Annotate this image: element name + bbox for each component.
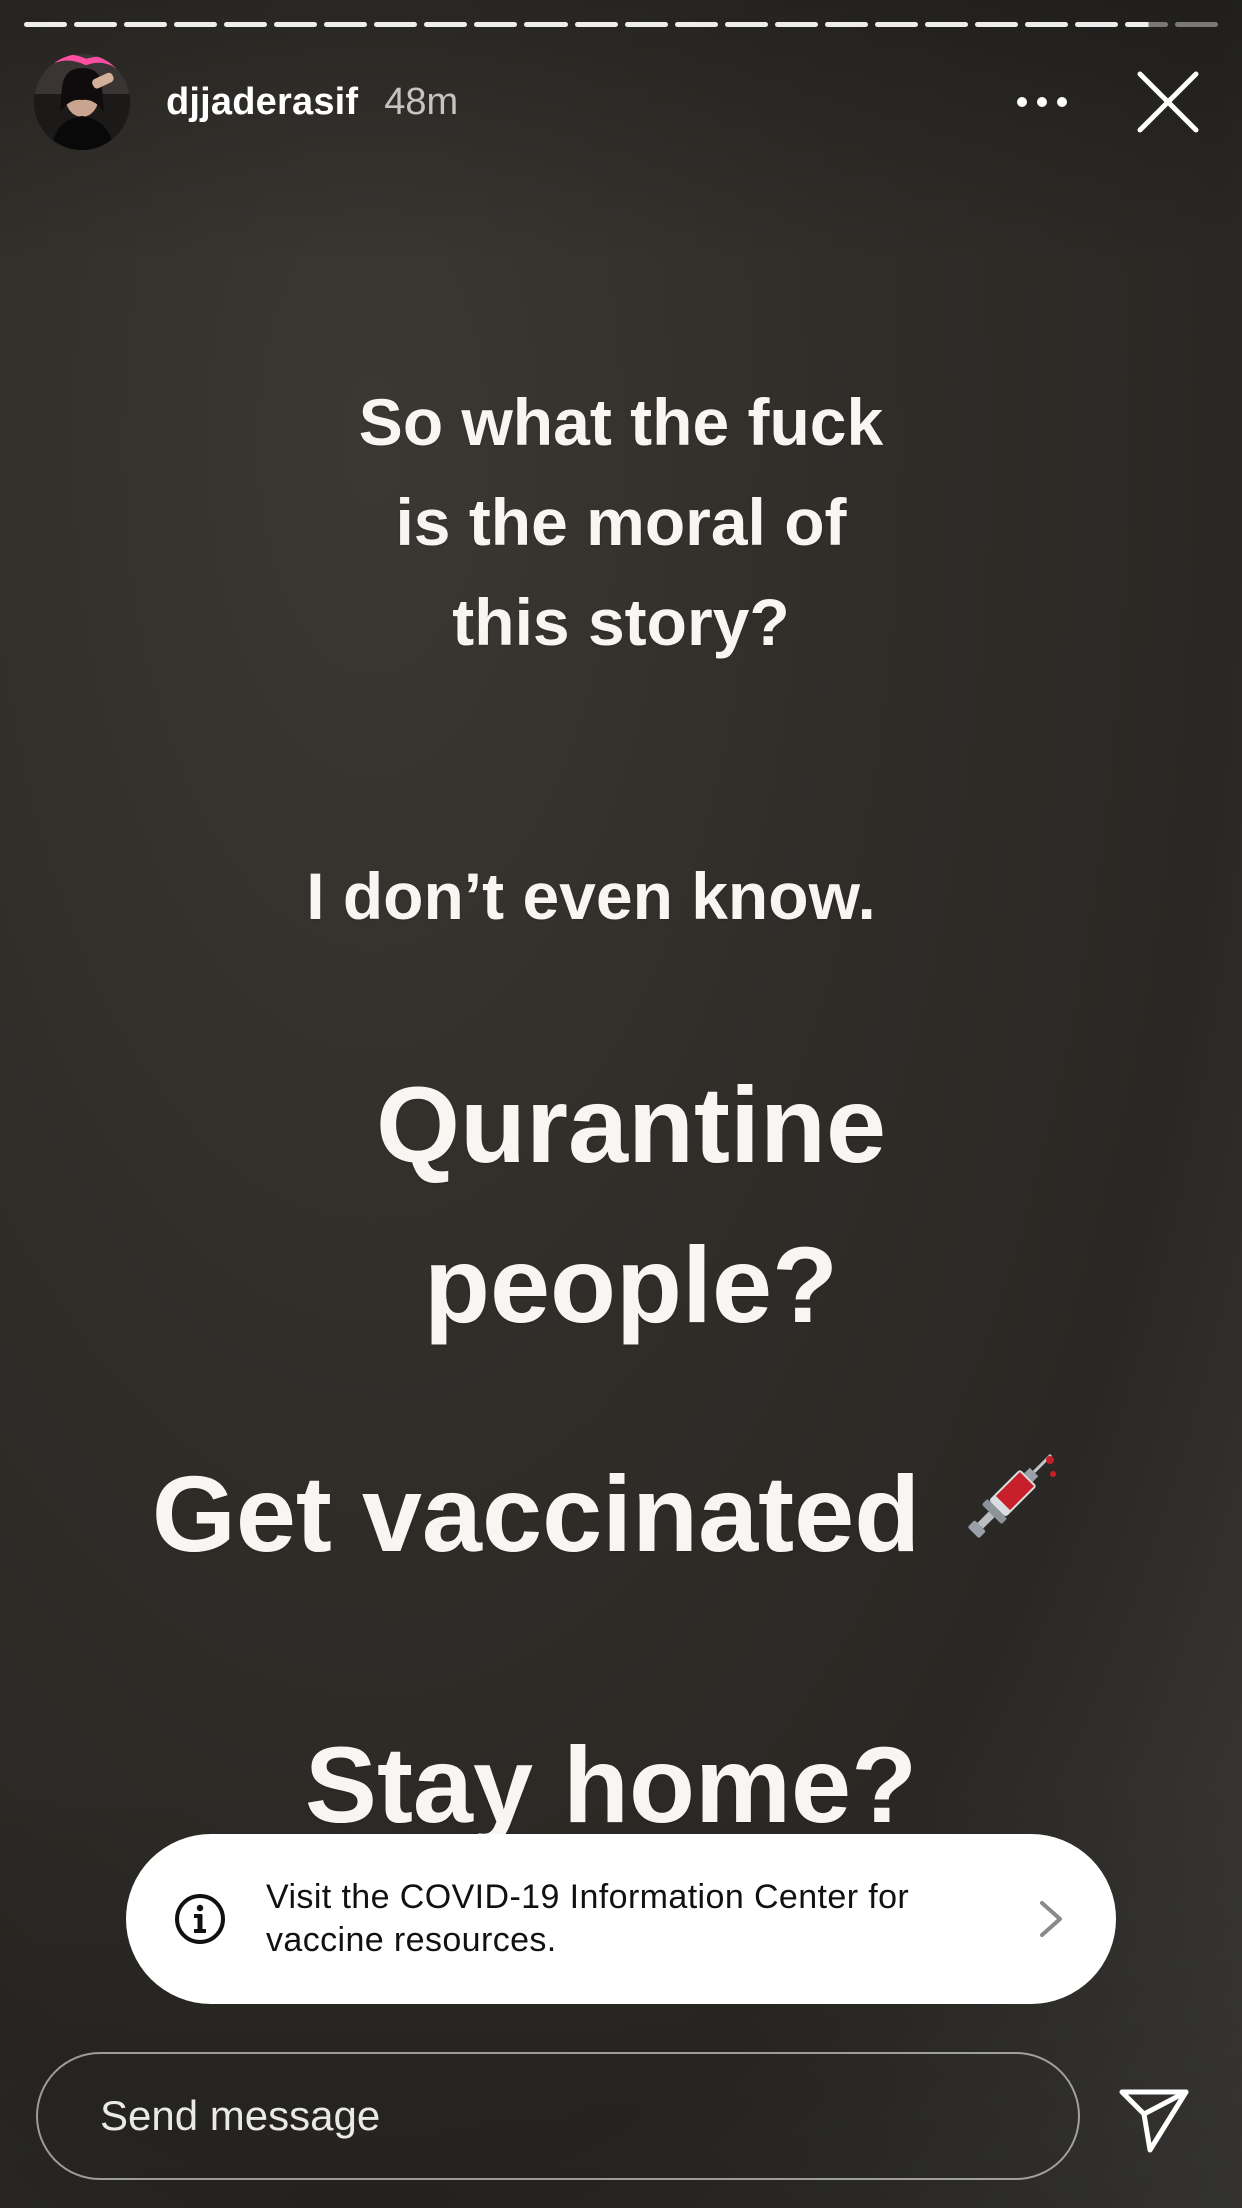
progress-segment xyxy=(774,22,818,27)
story-progress-bar xyxy=(24,22,1219,27)
covid-banner-line-1: Visit the COVID-19 Information Center fo… xyxy=(266,1878,910,1916)
progress-segment xyxy=(324,22,368,27)
story-text-line-3: this story? xyxy=(452,585,790,659)
progress-segment xyxy=(1175,22,1219,27)
story-timestamp: 48m xyxy=(384,80,459,123)
story-text-line-8: Stay home? xyxy=(304,1724,918,1845)
info-icon xyxy=(175,1894,225,1944)
progress-segment xyxy=(74,22,118,27)
send-message-placeholder: Send message xyxy=(100,2092,381,2139)
progress-segment xyxy=(874,22,918,27)
send-message-input[interactable]: Send message xyxy=(36,2052,1080,2180)
progress-segment xyxy=(1074,22,1119,27)
more-options-button[interactable] xyxy=(1002,62,1082,142)
progress-segment xyxy=(724,22,768,27)
close-icon xyxy=(1137,71,1199,133)
more-horizontal-icon xyxy=(1017,97,1067,107)
progress-segment xyxy=(574,22,618,27)
avatar[interactable] xyxy=(34,54,130,150)
progress-segment xyxy=(524,22,568,27)
syringe-emoji xyxy=(950,1436,1070,1581)
progress-segment xyxy=(624,22,668,27)
progress-segment xyxy=(474,22,518,27)
covid-info-banner[interactable]: Visit the COVID-19 Information Center fo… xyxy=(126,1834,1116,2004)
story-header: djjaderasif 48m xyxy=(34,54,1208,150)
story-text-line-7: Get vaccinated xyxy=(0,1450,1232,1595)
covid-banner-text: Visit the COVID-19 Information Center fo… xyxy=(266,1876,966,1962)
story-text-line-5: Qurantine xyxy=(375,1064,887,1185)
progress-segment xyxy=(24,22,68,27)
story-text-line-2: is the moral of xyxy=(395,485,847,559)
progress-segment xyxy=(124,22,168,27)
progress-segment xyxy=(374,22,418,27)
progress-segment xyxy=(424,22,468,27)
story-text-line-6: people? xyxy=(423,1224,839,1345)
progress-segment xyxy=(274,22,318,27)
story-viewer[interactable]: djjaderasif 48m So what the fuck is the … xyxy=(0,0,1242,2208)
progress-segment xyxy=(674,22,718,27)
close-button[interactable] xyxy=(1128,62,1208,142)
progress-segment xyxy=(174,22,218,27)
story-text-vaccinated: Get vaccinated xyxy=(151,1453,921,1575)
progress-segment xyxy=(1024,22,1068,27)
progress-segment xyxy=(824,22,868,27)
covid-banner-line-2: vaccine resources. xyxy=(266,1921,557,1959)
progress-segment xyxy=(974,22,1018,27)
send-icon xyxy=(1119,2089,1189,2153)
progress-segment xyxy=(1125,22,1169,27)
story-text-line-1: So what the fuck xyxy=(358,385,884,459)
progress-segment xyxy=(924,22,968,27)
chevron-right-icon xyxy=(1040,1901,1062,1937)
send-button[interactable] xyxy=(1114,2078,1194,2158)
username[interactable]: djjaderasif xyxy=(166,81,358,124)
progress-segment xyxy=(224,22,268,27)
story-text-line-4: I don’t even know. xyxy=(306,859,876,933)
